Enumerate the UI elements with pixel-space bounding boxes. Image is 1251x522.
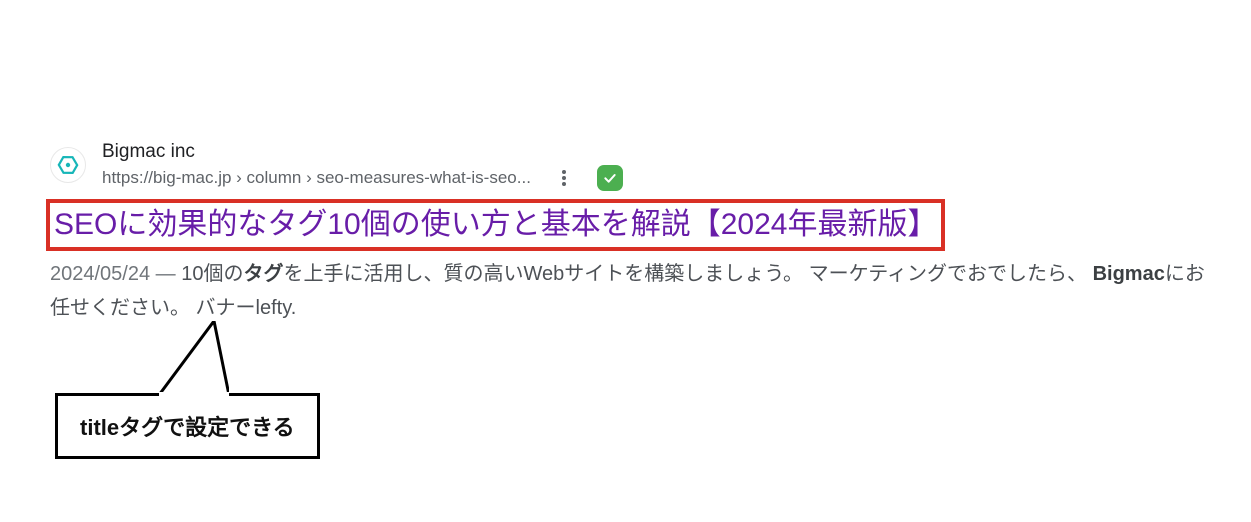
result-title-link[interactable]: SEOに効果的なタグ10個の使い方と基本を解説【2024年最新版】 — [46, 199, 945, 252]
bigmac-logo-icon — [56, 153, 80, 177]
snippet-text: でしたら、 — [987, 263, 1093, 285]
checkmark-icon — [602, 170, 618, 186]
snippet-date: 2024/05/24 — — [50, 263, 181, 285]
verified-badge — [597, 165, 623, 191]
result-snippet: 2024/05/24 — 10個のタグを上手に活用し、質の高いWebサイトを構築… — [50, 257, 1210, 325]
snippet-text: を上手に活用し、質の高いWebサイトを構築しましょう。 マーケティングでお — [283, 263, 987, 285]
snippet-text: 10個の — [181, 263, 243, 285]
search-result: Bigmac inc https://big-mac.jp › column ›… — [50, 140, 1210, 325]
url-row: https://big-mac.jp › column › seo-measur… — [102, 165, 623, 191]
site-name: Bigmac inc — [102, 140, 623, 165]
site-info: Bigmac inc https://big-mac.jp › column ›… — [102, 140, 623, 191]
annotation-callout: titleタグで設定できる — [55, 393, 320, 459]
more-vert-icon[interactable] — [555, 169, 573, 187]
callout-pointer-icon — [159, 321, 229, 396]
site-favicon — [50, 147, 86, 183]
snippet-bold: タグ — [243, 263, 283, 285]
breadcrumb[interactable]: https://big-mac.jp › column › seo-measur… — [102, 167, 531, 189]
snippet-bold: Bigmac — [1093, 263, 1165, 285]
annotation-text: titleタグで設定できる — [55, 393, 320, 459]
result-header: Bigmac inc https://big-mac.jp › column ›… — [50, 140, 1210, 191]
